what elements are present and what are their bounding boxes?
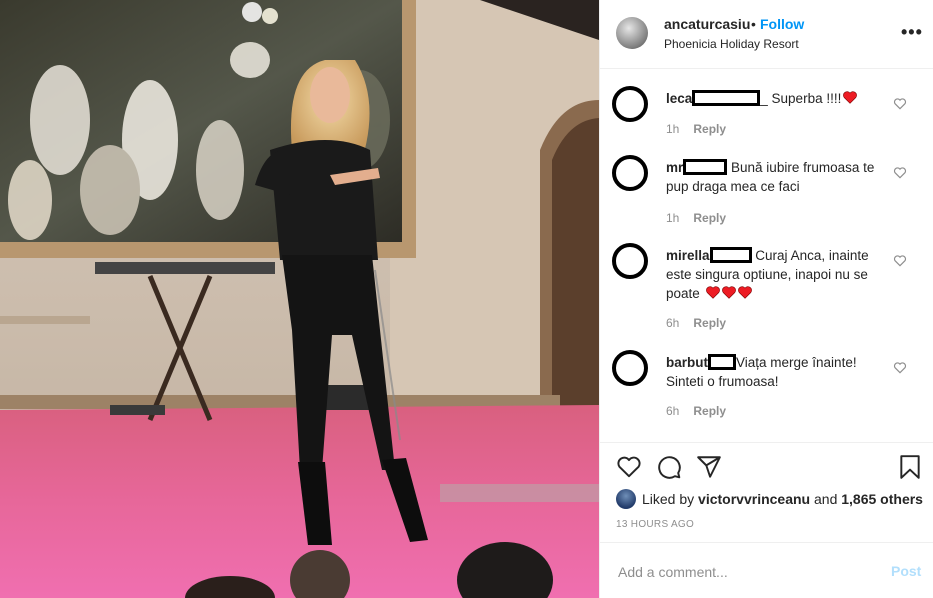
redaction-box [683,159,728,175]
comment-text: leca _ Superba !!!! [666,89,878,108]
follow-button[interactable]: Follow [760,16,804,32]
comment-meta: 6h Reply [666,316,726,330]
reply-button[interactable]: Reply [693,211,726,225]
comment-body: _ Superba !!!! [760,91,842,106]
like-comment-icon[interactable] [893,166,907,180]
post-photo[interactable] [0,0,599,598]
likes-prefix: Liked by [642,491,695,507]
author-username[interactable]: ancaturcasiu [664,16,750,32]
like-comment-icon[interactable] [893,254,907,268]
comment-text: mr Bună iubire frumoasa te pup draga mea… [666,158,878,196]
more-options-icon[interactable]: ••• [901,23,923,41]
comment-meta: 1h Reply [666,211,726,225]
like-icon[interactable] [616,454,642,480]
likes-summary: Liked by victorvvrinceanu and 1,865 othe… [616,489,923,509]
reply-button[interactable]: Reply [693,404,726,418]
like-comment-icon[interactable] [893,361,907,375]
liker-username[interactable]: victorvvrinceanu [698,491,810,507]
red-heart-emoji-icon [705,286,720,299]
comment-time: 6h [666,404,680,418]
comment-text: barbut Viața merge înainte! Sinteti o fru… [666,353,878,391]
reply-button[interactable]: Reply [693,122,726,136]
save-bookmark-icon[interactable] [897,454,923,480]
comment-icon[interactable] [656,454,682,480]
redaction-box [708,354,736,370]
reply-button[interactable]: Reply [693,316,726,330]
comment-meta: 1h Reply [666,122,726,136]
post-panel: ancaturcasiu • Follow Phoenicia Holiday … [599,0,933,598]
share-icon[interactable] [696,454,722,480]
comment-time: 6h [666,316,680,330]
photo-scene [0,0,599,598]
commenter-avatar[interactable] [612,155,648,191]
commenter-username[interactable]: leca [666,91,692,106]
comment-time: 1h [666,211,680,225]
commenter-username[interactable]: barbut [666,355,708,370]
post-location[interactable]: Phoenicia Holiday Resort [664,37,799,51]
red-heart-emoji-icon [843,91,858,104]
post-timestamp[interactable]: 13 HOURS AGO [616,519,694,530]
add-comment-input[interactable] [616,563,870,581]
redaction-box [709,247,752,263]
commenter-username[interactable]: mirella [666,248,710,263]
commenter-avatar[interactable] [612,86,648,122]
commenter-avatar[interactable] [612,350,648,386]
comment-meta: 6h Reply [666,404,726,418]
comment-text: mirella Curaj Anca, inainte este singura… [666,246,878,303]
actions-divider [600,442,933,444]
post-comment-button[interactable]: Post [891,563,921,579]
redaction-box [692,90,761,106]
likes-middle: and [814,491,838,507]
likes-count[interactable]: 1,865 others [841,491,923,507]
red-heart-emoji-icon [721,286,736,299]
red-heart-emoji-icon [737,286,752,299]
separator-dot: • [751,16,756,32]
add-comment-bar: Post [600,542,933,598]
author-avatar[interactable] [616,17,648,49]
commenter-avatar[interactable] [612,243,648,279]
commenter-username[interactable]: mr [666,160,683,175]
comment-time: 1h [666,122,680,136]
liker-avatar[interactable] [616,489,636,509]
like-comment-icon[interactable] [893,97,907,111]
post-header: ancaturcasiu • Follow Phoenicia Holiday … [600,0,933,69]
